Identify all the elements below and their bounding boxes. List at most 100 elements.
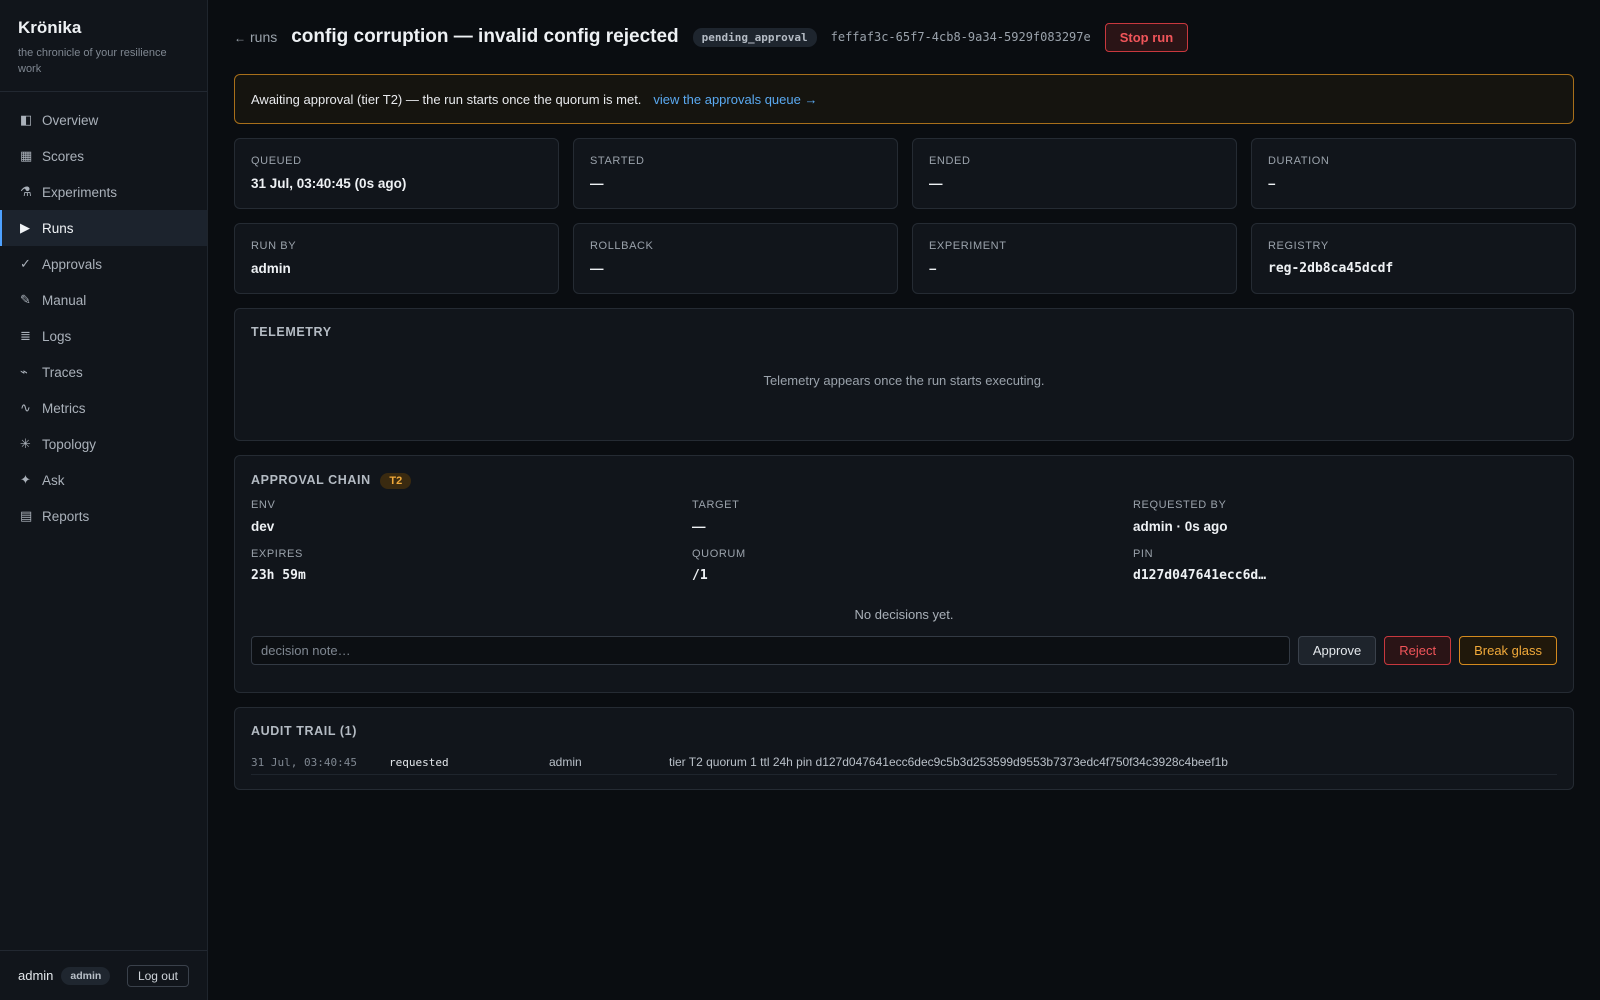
sidebar-item-scores[interactable]: ▦ Scores	[0, 138, 207, 174]
approve-button[interactable]: Approve	[1297, 636, 1377, 665]
no-decisions-message: No decisions yet.	[854, 607, 954, 622]
sidebar-item-label: Overview	[42, 112, 99, 128]
field-label: ENV	[251, 499, 276, 511]
field-value: d127d047641ecc6d…	[1133, 568, 1267, 583]
sidebar-nav: ◧ Overview ▦ Scores ⚗ Experiments ▶ Runs…	[0, 92, 207, 534]
field-value: —	[692, 519, 706, 534]
brand: Krönika the chronicle of your resilience…	[0, 0, 207, 92]
approvals-queue-link[interactable]: view the approvals queue →	[653, 92, 817, 107]
topology-icon: ✳	[20, 436, 31, 451]
scores-icon: ▦	[20, 148, 33, 163]
check-icon: ✓	[20, 256, 31, 271]
field-value: dev	[251, 519, 275, 534]
sidebar-item-label: Traces	[42, 364, 83, 380]
card-value: 31 Jul, 03:40:45 (0s ago)	[251, 176, 407, 191]
card-value: —	[590, 176, 604, 191]
card-label: QUEUED	[251, 155, 302, 167]
field-value: 23h 59m	[251, 568, 306, 583]
tier-badge: T2	[380, 473, 412, 489]
sidebar-item-label: Manual	[42, 292, 87, 308]
duration-card: DURATION –	[1251, 138, 1576, 209]
card-label: EXPERIMENT	[929, 240, 1007, 252]
telemetry-empty-message: Telemetry appears once the run starts ex…	[763, 373, 1045, 388]
back-label: runs	[250, 29, 278, 45]
quorum-field: QUORUM /1	[692, 548, 1133, 583]
sidebar-footer: admin admin Log out	[0, 950, 207, 1000]
sidebar-item-label: Scores	[42, 148, 85, 164]
rollback-card: ROLLBACK —	[573, 223, 898, 294]
logout-button[interactable]: Log out	[126, 964, 189, 987]
approval-alert: Awaiting approval (tier T2) — the run st…	[234, 74, 1574, 124]
field-label: TARGET	[692, 499, 740, 511]
sidebar-item-manual[interactable]: ✎ Manual	[0, 282, 207, 318]
sidebar-item-ask[interactable]: ✦ Ask	[0, 462, 207, 498]
sidebar-item-label: Experiments	[42, 184, 118, 200]
requested-by-field: REQUESTED BY admin · 0s ago	[1133, 499, 1553, 534]
approval-fields: ENV dev TARGET — REQUESTED BY admin · 0s…	[251, 499, 1557, 583]
sidebar-item-label: Reports	[42, 508, 90, 524]
page-header: ← runs config corruption — invalid config…	[234, 0, 1574, 74]
logs-icon: ≣	[20, 328, 31, 343]
current-user: admin	[18, 968, 54, 983]
break-glass-button[interactable]: Break glass	[1459, 636, 1557, 665]
audit-row: 31 Jul, 03:40:45 requested admin tier T2…	[251, 750, 1557, 775]
stop-run-button[interactable]: Stop run	[1104, 22, 1189, 52]
card-value: —	[590, 261, 604, 276]
panel-title: APPROVAL CHAIN	[251, 473, 371, 487]
queued-card: QUEUED 31 Jul, 03:40:45 (0s ago)	[234, 138, 559, 209]
started-card: STARTED —	[573, 138, 898, 209]
overview-icon: ◧	[20, 112, 33, 127]
play-icon: ▶	[20, 220, 30, 235]
field-label: EXPIRES	[251, 548, 303, 560]
card-value: —	[929, 176, 943, 191]
sidebar-item-label: Approvals	[42, 256, 103, 272]
panel-title: AUDIT TRAIL (1)	[251, 724, 357, 738]
main-content: ← runs config corruption — invalid config…	[234, 0, 1576, 790]
panel-title: TELEMETRY	[251, 325, 332, 339]
card-value: admin	[251, 261, 291, 276]
telemetry-panel: TELEMETRY Telemetry appears once the run…	[234, 308, 1574, 441]
audit-detail: tier T2 quorum 1 ttl 24h pin d127d047641…	[669, 755, 1228, 769]
sidebar-item-reports[interactable]: ▤ Reports	[0, 498, 207, 534]
page-title: config corruption — invalid config rejec…	[291, 26, 679, 47]
env-field: ENV dev	[251, 499, 692, 534]
audit-actor: admin	[549, 755, 582, 769]
field-label: REQUESTED BY	[1133, 499, 1227, 511]
decision-note-input[interactable]	[251, 636, 1290, 665]
sidebar-item-metrics[interactable]: ∿ Metrics	[0, 390, 207, 426]
app-name: Krönika	[18, 18, 82, 37]
sidebar-item-logs[interactable]: ≣ Logs	[0, 318, 207, 354]
ended-card: ENDED —	[912, 138, 1237, 209]
app-tagline: the chronicle of your resilience work	[18, 47, 167, 75]
reject-button[interactable]: Reject	[1384, 636, 1452, 665]
reports-icon: ▤	[20, 508, 33, 523]
registry-card: REGISTRY reg-2db8ca45dcdf	[1251, 223, 1576, 294]
run-meta-cards: RUN BY admin ROLLBACK — EXPERIMENT – REG…	[234, 223, 1576, 294]
flask-icon: ⚗	[20, 184, 32, 199]
sidebar-item-label: Metrics	[42, 400, 86, 416]
back-arrow-icon: ←	[234, 31, 246, 45]
sidebar-item-traces[interactable]: ⌁ Traces	[0, 354, 207, 390]
card-value: reg-2db8ca45dcdf	[1268, 261, 1394, 276]
card-label: REGISTRY	[1268, 240, 1329, 252]
expires-field: EXPIRES 23h 59m	[251, 548, 692, 583]
experiment-card: EXPERIMENT –	[912, 223, 1237, 294]
run-by-card: RUN BY admin	[234, 223, 559, 294]
card-label: ROLLBACK	[590, 240, 654, 252]
back-to-runs-link[interactable]: ← runs	[234, 29, 277, 45]
alert-message: Awaiting approval (tier T2) — the run st…	[251, 91, 642, 107]
sidebar-item-overview[interactable]: ◧ Overview	[0, 102, 207, 138]
sidebar-item-topology[interactable]: ✳ Topology	[0, 426, 207, 462]
card-label: RUN BY	[251, 240, 297, 252]
pin-field: PIN d127d047641ecc6d…	[1133, 548, 1553, 583]
sidebar: Krönika the chronicle of your resilience…	[0, 0, 208, 1000]
sidebar-item-experiments[interactable]: ⚗ Experiments	[0, 174, 207, 210]
status-badge: pending_approval	[692, 27, 817, 47]
role-badge: admin	[61, 966, 111, 985]
sidebar-item-label: Runs	[42, 220, 74, 236]
sidebar-item-approvals[interactable]: ✓ Approvals	[0, 246, 207, 282]
sidebar-item-runs[interactable]: ▶ Runs	[0, 210, 207, 246]
card-value: –	[929, 261, 937, 276]
sparkle-icon: ✦	[20, 472, 31, 487]
field-value: admin · 0s ago	[1133, 519, 1228, 534]
